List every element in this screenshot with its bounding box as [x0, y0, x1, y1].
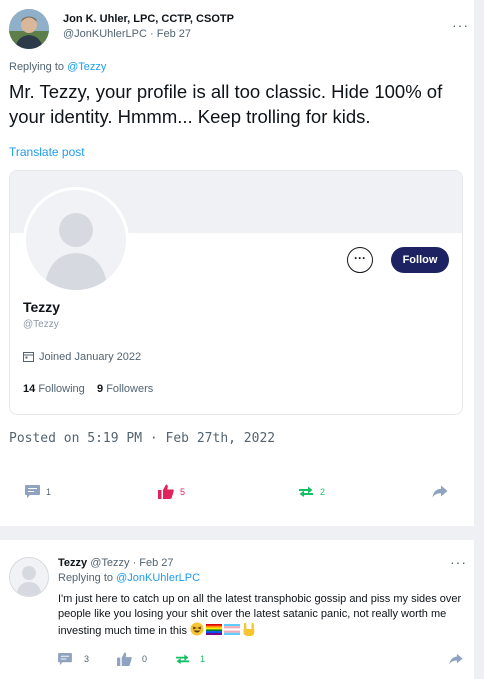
reply-text: I'm just here to catch up on all the lat… [58, 593, 462, 637]
profile-name: Tezzy [23, 299, 61, 315]
translate-post-link[interactable]: Translate post [9, 145, 85, 159]
share-arrow-icon [432, 485, 448, 498]
meta-separator: · [150, 28, 154, 40]
retweet-action[interactable]: 2 [298, 485, 325, 498]
posted-on-timestamp: Posted on 5:19 PM · Feb 27th, 2022 [9, 431, 276, 446]
emoji-group [190, 622, 256, 636]
reply-like-count: 0 [142, 654, 148, 664]
following-count: 14 [23, 383, 36, 395]
reply-share-action[interactable] [449, 653, 469, 665]
author-handle[interactable]: @JonKUhlerLPC [63, 28, 147, 40]
like-count: 5 [180, 486, 186, 497]
calendar-icon [23, 352, 34, 362]
comment-icon [25, 485, 40, 498]
transgender-flag-icon [224, 623, 241, 635]
reply-reply-action[interactable]: 3 [58, 653, 89, 665]
followers-label: Followers [106, 383, 154, 395]
profile-joined: Joined January 2022 [23, 351, 141, 363]
reply-post-card: Tezzy @Tezzy · Feb 27 ··· Replying to @J… [0, 540, 474, 679]
author-name[interactable]: Jon K. Uhler, LPC, CCTP, CSOTP [63, 13, 234, 25]
reply-count: 1 [46, 486, 52, 497]
replying-prefix: Replying to [9, 61, 68, 73]
share-arrow-icon [449, 653, 463, 665]
reply-author-handle[interactable]: @Tezzy [90, 557, 129, 569]
rainbow-flag-icon [206, 623, 223, 635]
more-icon[interactable]: ··· [452, 17, 469, 33]
reply-retweet-count: 1 [200, 654, 206, 664]
retweet-icon [299, 486, 313, 497]
following-label: Following [38, 383, 85, 395]
share-action[interactable] [432, 485, 454, 498]
reply-author-name[interactable]: Tezzy [58, 557, 87, 569]
reply-more-icon[interactable]: ··· [450, 554, 467, 570]
thumbs-up-icon [158, 484, 174, 499]
reply-author-line: Tezzy @Tezzy · Feb 27 [58, 557, 174, 569]
profile-more-icon[interactable]: ··· [347, 247, 373, 273]
reply-like-action[interactable]: 0 [117, 652, 147, 666]
reply-replying-to: Replying to @JonKUhlerLPC [58, 572, 200, 584]
profile-handle: @Tezzy [23, 319, 59, 330]
profile-stats: 14 Following 9 Followers [23, 383, 153, 395]
sign-of-the-horns-icon [243, 623, 255, 636]
reply-replying-handle-link[interactable]: @JonKUhlerLPC [116, 572, 200, 584]
reply-retweet-action[interactable]: 1 [175, 653, 205, 665]
reply-text-block: I'm just here to catch up on all the lat… [58, 592, 468, 639]
reply-replying-prefix: Replying to [58, 572, 117, 584]
retweet-icon [176, 654, 189, 665]
post-date[interactable]: Feb 27 [157, 28, 191, 40]
followers-stat[interactable]: 9 Followers [97, 383, 153, 395]
follow-button[interactable]: Follow [391, 247, 449, 273]
joined-text: Joined January 2022 [39, 351, 142, 363]
author-avatar[interactable] [9, 9, 49, 49]
followers-count: 9 [97, 383, 104, 395]
following-stat[interactable]: 14 Following [23, 383, 85, 395]
replying-handle-link[interactable]: @Tezzy [67, 61, 106, 73]
reply-reply-count: 3 [84, 654, 90, 664]
author-meta: @JonKUhlerLPC · Feb 27 [63, 28, 191, 40]
like-action[interactable]: 5 [158, 484, 185, 499]
comment-icon [58, 653, 72, 665]
laughing-emoji-icon [190, 622, 204, 636]
embedded-profile-card[interactable]: ··· Follow Tezzy @Tezzy Joined January 2… [9, 170, 463, 415]
reply-meta-separator: · [132, 557, 137, 569]
reply-date[interactable]: Feb 27 [139, 557, 173, 569]
reply-author-avatar[interactable] [9, 557, 49, 597]
post-text: Mr. Tezzy, your profile is all too class… [9, 81, 443, 127]
reply-action[interactable]: 1 [25, 485, 51, 498]
main-post-card: Jon K. Uhler, LPC, CCTP, CSOTP @JonKUhle… [0, 0, 474, 526]
thumbs-up-icon [117, 652, 132, 666]
retweet-count: 2 [320, 486, 326, 497]
profile-avatar[interactable] [23, 187, 129, 293]
replying-to: Replying to @Tezzy [9, 61, 106, 73]
